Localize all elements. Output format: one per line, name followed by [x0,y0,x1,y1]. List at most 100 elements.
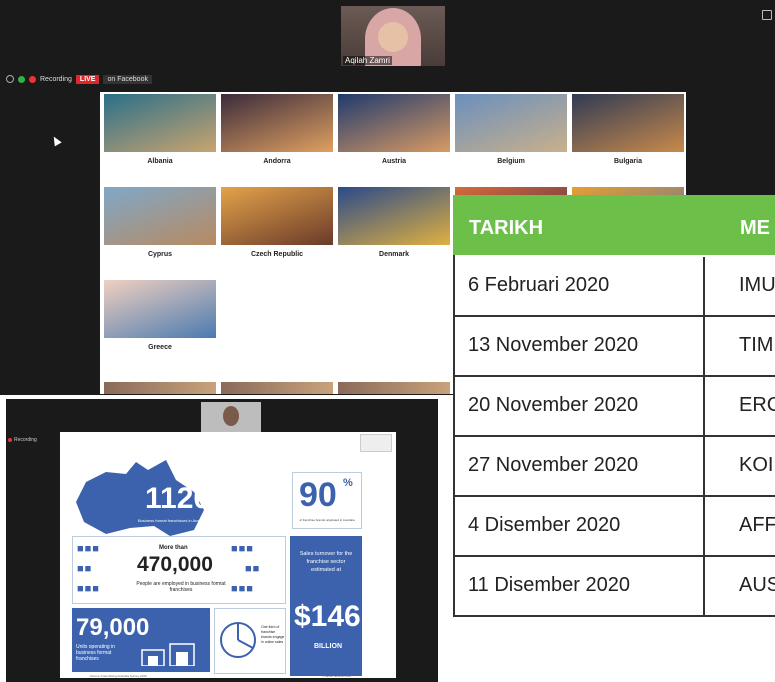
table-row: 6 Februari 2020 IMU [453,257,775,317]
online-sales-box: One third of franchise brands engage in … [214,608,286,674]
stat-1120: 1120 [145,482,211,515]
country-card[interactable]: Austria [338,94,450,178]
live-badge[interactable]: LIVE [75,74,100,84]
stat-90: 90 [299,476,337,514]
table-row: 20 November 2020 ERC [453,377,775,437]
date-cell: 4 Disember 2020 [468,514,621,536]
country-photo [104,187,216,245]
table-row: 4 Disember 2020 AFF [453,497,775,557]
stat-90-box: 90 % of franchise brands originated in A… [292,472,362,529]
fullscreen-icon[interactable] [762,10,772,20]
pie-chart-icon [220,622,256,658]
shopfront-icon [141,643,195,666]
speaker-face [378,22,408,52]
speaker-name-label: Aqilah Zamri [343,56,392,65]
shield-icon[interactable] [18,75,25,83]
people-icon: ■■ [245,563,261,575]
country-name: Andorra [263,158,291,165]
country-photo-partial [338,382,450,394]
date-cell: 13 November 2020 [468,334,639,356]
sales-turnover-text: Sales turnover for the franchise sector … [299,551,353,573]
column-divider [703,317,705,375]
country-photo [455,94,567,152]
info-icon[interactable] [6,75,14,83]
country-name: Denmark [379,251,409,258]
date-cell: 27 November 2020 [468,454,639,476]
country-photo [338,94,450,152]
sales-turnover-box: Sales turnover for the franchise sector … [290,536,362,676]
people-icon: ■■■ [231,543,254,555]
date-cell: 6 Februari 2020 [468,274,610,296]
column-divider [703,257,705,315]
people-icon: ■■■ [77,543,100,555]
schedule-header-row: TARIKH ME [453,195,775,255]
name-cell: AFF [739,514,775,536]
country-card[interactable]: Bulgaria [572,94,684,178]
stat-90-caption: of franchise brands originated in Austra… [299,518,355,522]
second-video-call-window: Recording 1120 Business format franchiso… [6,399,438,682]
country-photo-partial [221,382,333,394]
speaker-video-tile[interactable]: Aqilah Zamri [341,6,445,66]
recording-small-label: Recording [14,437,37,443]
presenter-head [223,406,239,426]
column-divider [703,557,705,615]
column-divider [703,497,705,555]
recording-label: Recording [40,75,72,83]
units-box: 79,000 Units operating in business forma… [72,608,210,672]
country-card[interactable]: Czech Republic [221,187,333,271]
people-icon: ■■ [77,563,93,575]
schedule-table: TARIKH ME 6 Februari 2020 IMU 13 November … [453,195,775,619]
header-second-column: ME [740,217,770,239]
copyright-note: © Jason Gehrke 2020 [322,674,352,678]
table-row: 13 November 2020 TIM [453,317,775,377]
country-photo [104,280,216,338]
country-photo [104,94,216,152]
online-sales-caption: One third of franchise brands engage in … [261,625,285,644]
name-cell: TIM [739,334,774,356]
meeting-status-bar: Recording LIVE on Facebook [6,73,152,85]
stat-470000: 470,000 [137,553,213,576]
recording-icon [29,75,36,83]
country-card[interactable]: Andorra [221,94,333,178]
country-card[interactable]: Cyprus [104,187,216,271]
people-icon: ■■■ [77,583,100,595]
franchise-infographic: 1120 Business format franchisors in Aust… [60,432,396,678]
table-row: 27 November 2020 KOI [453,437,775,497]
stat-1120-caption: Business format franchisors in Australia [138,518,209,523]
employment-box: ■■■ ■■ ■■■ ■■■ ■■ ■■■ More than 470,000 … [72,536,286,604]
country-photo [221,187,333,245]
source-note: Source: Franchising Australia Survey 201… [90,674,147,678]
date-cell: 20 November 2020 [468,394,639,416]
column-divider [703,377,705,435]
name-cell: IMU [739,274,775,296]
logo [360,434,392,452]
recording-dot-icon [8,438,12,442]
mouse-cursor-icon [50,134,62,147]
people-icon: ■■■ [231,583,254,595]
country-photo [572,94,684,152]
country-photo-partial [104,382,216,394]
recording-indicator: Recording [8,437,37,443]
country-name: Czech Republic [250,251,304,258]
stat-146: $146 [294,600,361,633]
country-card[interactable]: Greece [104,280,216,364]
country-name: Albania [147,158,173,165]
stat-470000-caption: People are employed in business format f… [136,581,226,593]
column-divider [703,437,705,495]
stat-79000-caption: Units operating in business format franc… [76,644,115,662]
stat-79000: 79,000 [76,614,150,641]
billion-label: BILLION [314,643,342,650]
name-cell: AUS [739,574,775,596]
presenter-video-tile[interactable] [201,402,261,432]
country-card[interactable]: Belgium [455,94,567,178]
header-tarikh: TARIKH [469,217,544,239]
country-name: Cyprus [147,251,173,258]
name-cell: ERC [739,394,775,416]
country-name: Greece [148,344,172,351]
table-row: 11 Disember 2020 AUS [453,557,775,617]
country-card[interactable]: Albania [104,94,216,178]
country-photo [221,94,333,152]
live-destination-label: on Facebook [103,74,152,84]
country-photo [338,187,450,245]
country-card[interactable]: Denmark [338,187,450,271]
